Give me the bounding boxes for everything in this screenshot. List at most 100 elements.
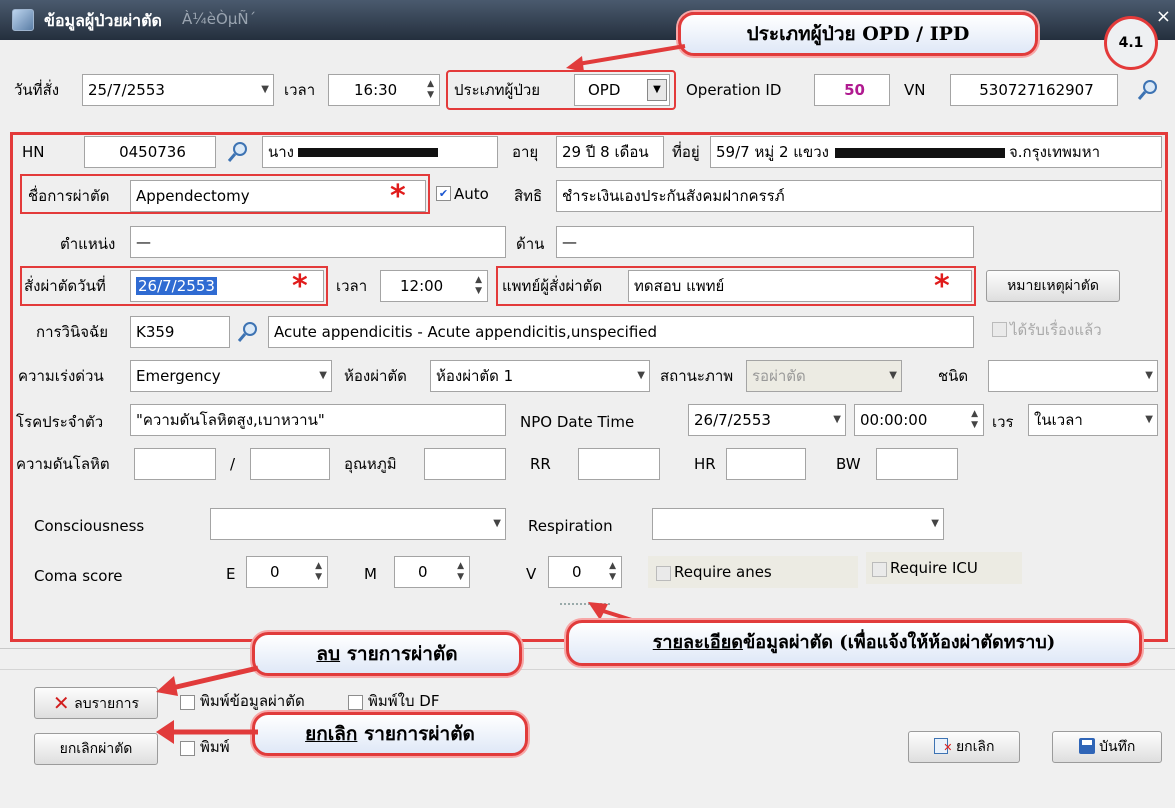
v-score-field[interactable]: 0 ▲ ▼	[548, 556, 622, 588]
hr-label: HR	[694, 455, 716, 473]
window-title-ghost: À¼èÒµÑ´	[182, 10, 257, 28]
detail-callout: รายละเอียดข้อมูลผ่าตัด (เพื่อแจ้งให้ห้อง…	[566, 620, 1142, 666]
coma-score-label: Coma score	[34, 567, 123, 585]
patient-type-callout: ประเภทผู้ป่วย OPD / IPD	[678, 12, 1038, 56]
surgery-name-field[interactable]: Appendectomy	[130, 180, 426, 212]
patient-type-label: ประเภทผู้ป่วย	[454, 81, 541, 99]
print-df-checkbox[interactable]	[348, 695, 363, 710]
address-label: ที่อยู่	[672, 143, 700, 161]
side-label: ด้าน	[516, 235, 545, 253]
temperature-field[interactable]	[424, 448, 506, 480]
surgery-name-label: ชื่อการผ่าตัด	[28, 187, 110, 205]
require-anes-label: Require anes	[674, 563, 772, 581]
position-field[interactable]: —	[130, 226, 506, 258]
window-body: วันที่สั่ง 25/7/2553 ▼ เวลา 16:30 ▲ ▼ ประเภ…	[0, 12, 1175, 808]
delete-x-icon: ✕	[52, 691, 70, 715]
m-score-field[interactable]: 0 ▲ ▼	[394, 556, 470, 588]
right-field: ชำระเงินเองประกันสังคมฝากครรภ์	[556, 180, 1162, 212]
chevron-down-icon: ▼	[889, 370, 897, 381]
diagnosis-code-field[interactable]: K359	[130, 316, 230, 348]
shift-select[interactable]: ในเวลา ▼	[1028, 404, 1158, 436]
hr-field[interactable]	[726, 448, 806, 480]
search-icon[interactable]	[1136, 78, 1160, 102]
required-star-icon: *	[934, 269, 950, 304]
bw-field[interactable]	[876, 448, 958, 480]
room-label: ห้องผ่าตัด	[344, 367, 407, 385]
doctor-label: แพทย์ผู้สั่งผ่าตัด	[502, 277, 603, 295]
blood-pressure-label: ความดันโลหิต	[16, 455, 110, 473]
redaction-bar	[298, 148, 439, 157]
received-label: ได้รับเรื่องแล้ว	[1010, 321, 1102, 339]
spinner-icon: ▲ ▼	[971, 409, 978, 430]
redaction-bar	[834, 147, 1005, 158]
position-label: ตำแหน่ง	[60, 235, 116, 253]
rr-label: RR	[530, 455, 551, 473]
save-button[interactable]: บันทึก	[1052, 731, 1162, 763]
cancel-button[interactable]: ✕ ยกเลิก	[908, 731, 1020, 763]
status-label: สถานะภาพ	[660, 367, 734, 385]
chevron-down-icon: ▼	[637, 370, 645, 381]
chevron-down-icon: ▼	[833, 414, 841, 425]
status-select: รอผ่าตัด ▼	[746, 360, 902, 392]
e-label: E	[226, 565, 236, 583]
bp-diastolic-field[interactable]	[250, 448, 330, 480]
chevron-down-icon: ▼	[931, 518, 939, 529]
address-field: 59/7 หมู่ 2 แขวง จ.กรุงเทพมหา	[710, 136, 1162, 168]
operation-id-label: Operation ID	[686, 81, 782, 99]
hn-label: HN	[22, 143, 45, 161]
chevron-down-icon: ▼	[1145, 414, 1153, 425]
cancel-doc-icon: ✕	[933, 738, 953, 754]
auto-label: Auto	[454, 185, 489, 203]
npo-time-field[interactable]: 00:00:00 ▲ ▼	[854, 404, 984, 436]
temperature-label: อุณหภูมิ	[344, 455, 397, 473]
operation-id-field: 50	[814, 74, 890, 106]
urgency-select[interactable]: Emergency ▼	[130, 360, 332, 392]
search-icon[interactable]	[236, 320, 260, 344]
patient-name-field: นาง	[262, 136, 498, 168]
time-field[interactable]: 16:30 ▲ ▼	[328, 74, 440, 106]
save-disk-icon	[1078, 738, 1095, 754]
hn-field[interactable]: 0450736	[84, 136, 216, 168]
shift-label: เวร	[992, 413, 1014, 431]
surgery-note-button[interactable]: หมายเหตุผ่าตัด	[986, 270, 1120, 302]
chevron-down-icon: ▼	[1145, 370, 1153, 381]
respiration-select[interactable]: ▼	[652, 508, 944, 540]
diagnosis-label: การวินิจฉัย	[36, 323, 109, 341]
arrow-icon	[156, 720, 258, 744]
e-score-field[interactable]: 0 ▲ ▼	[246, 556, 328, 588]
npo-date-field[interactable]: 26/7/2553 ▼	[688, 404, 846, 436]
require-anes-checkbox[interactable]	[656, 566, 671, 581]
chevron-down-icon: ▼	[261, 84, 269, 95]
doctor-field[interactable]: ทดสอบ แพทย์	[628, 270, 972, 302]
app-icon	[12, 9, 34, 31]
chevron-down-icon: ▼	[319, 370, 327, 381]
rr-field[interactable]	[578, 448, 660, 480]
disease-field[interactable]: "ความดันโลหิตสูง,เบาหวาน"	[130, 404, 506, 436]
cancel-surgery-button[interactable]: ยกเลิกผ่าตัด	[34, 733, 158, 765]
bp-systolic-field[interactable]	[134, 448, 216, 480]
vn-label: VN	[904, 81, 926, 99]
disease-label: โรคประจำตัว	[16, 413, 104, 431]
required-star-icon: *	[292, 269, 308, 304]
search-icon[interactable]	[226, 140, 250, 164]
consciousness-select[interactable]: ▼	[210, 508, 506, 540]
order-date-field[interactable]: 25/7/2553 ▼	[82, 74, 274, 106]
auto-checkbox[interactable]: ✔	[436, 186, 451, 201]
step-badge: 4.1	[1104, 16, 1158, 70]
type-select[interactable]: ▼	[988, 360, 1158, 392]
side-field[interactable]: —	[556, 226, 974, 258]
require-icu-checkbox[interactable]	[872, 562, 887, 577]
time-label: เวลา	[284, 81, 316, 99]
npo-label: NPO Date Time	[520, 413, 635, 431]
right-label: สิทธิ	[514, 187, 543, 205]
close-icon[interactable]: ×	[1156, 6, 1171, 27]
v-label: V	[526, 565, 537, 583]
age-field: 29 ปี 8 เดือน	[556, 136, 664, 168]
op-time-field[interactable]: 12:00 ▲ ▼	[380, 270, 488, 302]
op-time-label: เวลา	[336, 277, 368, 295]
delete-callout: ลบ รายการผ่าตัด	[252, 632, 522, 676]
room-select[interactable]: ห้องผ่าตัด 1 ▼	[430, 360, 650, 392]
consciousness-label: Consciousness	[34, 517, 145, 535]
bw-label: BW	[836, 455, 861, 473]
delete-button[interactable]: ✕ ลบรายการ	[34, 687, 158, 719]
